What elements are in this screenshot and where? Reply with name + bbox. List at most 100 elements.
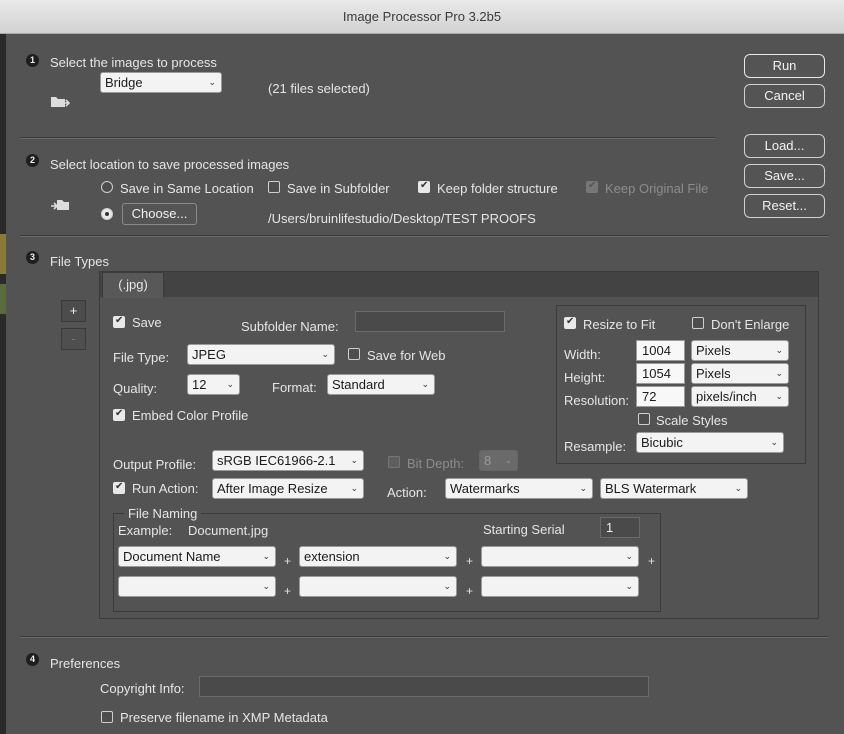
chevron-down-icon: ⌄: [321, 349, 329, 359]
preserve-filename-checkbox[interactable]: [101, 711, 113, 723]
subfolder-name-input[interactable]: [355, 311, 505, 332]
example-value: Document.jpg: [188, 523, 269, 538]
chevron-down-icon: ⌄: [208, 77, 216, 87]
naming-field-1-3[interactable]: ⌄: [481, 546, 639, 567]
cancel-button[interactable]: Cancel: [744, 84, 825, 108]
quality-value: 12: [192, 377, 207, 392]
plus-separator: +: [648, 554, 656, 568]
quality-select[interactable]: 12 ⌄: [187, 374, 240, 395]
source-select-value: Bridge: [105, 75, 143, 90]
action-set-select[interactable]: Watermarks ⌄: [445, 478, 593, 499]
quality-label: Quality:: [113, 381, 158, 396]
window-title: Image Processor Pro 3.2b5: [342, 9, 502, 24]
bit-depth-select[interactable]: 8 ⌄: [479, 450, 518, 471]
save-label: Save: [132, 315, 162, 330]
subfolder-checkbox[interactable]: [268, 181, 280, 193]
chevron-down-icon: ⌄: [775, 345, 783, 355]
source-select[interactable]: Bridge ⌄: [100, 72, 222, 93]
resolution-input[interactable]: 72: [636, 386, 685, 407]
add-file-type-button[interactable]: +: [61, 300, 86, 322]
keep-original-label: Keep Original File: [605, 181, 709, 196]
width-unit-value: Pixels: [696, 343, 731, 358]
starting-serial-label: Starting Serial: [483, 522, 565, 537]
choose-location-radio[interactable]: [101, 208, 113, 220]
bit-depth-label: Bit Depth:: [407, 456, 465, 471]
chevron-down-icon: ⌄: [579, 483, 587, 493]
folder-import-icon: [50, 95, 70, 109]
section-3-title: File Types: [50, 254, 110, 269]
height-unit-select[interactable]: Pixels ⌄: [691, 363, 789, 384]
file-type-value: JPEG: [192, 347, 226, 362]
plus-separator: +: [284, 554, 292, 568]
starting-serial-input[interactable]: 1: [600, 517, 640, 538]
save-for-web-checkbox[interactable]: [348, 348, 360, 360]
naming-value-1-1: Document Name: [123, 549, 221, 564]
subfolder-name-label: Subfolder Name:: [241, 319, 339, 334]
naming-field-1-2[interactable]: extension ⌄: [299, 546, 457, 567]
file-naming-legend: File Naming: [124, 506, 202, 521]
action-label: Action:: [387, 485, 427, 500]
naming-field-2-3[interactable]: ⌄: [481, 576, 639, 597]
format-label: Format:: [272, 380, 317, 395]
width-unit-select[interactable]: Pixels ⌄: [691, 340, 789, 361]
resample-select[interactable]: Bicubic ⌄: [636, 432, 784, 453]
step-1-badge: 1: [26, 54, 39, 67]
run-action-checkbox[interactable]: [113, 481, 125, 494]
section-4-title: Preferences: [50, 656, 121, 671]
resize-to-fit-checkbox[interactable]: [564, 316, 576, 329]
background-window-edge: [0, 34, 6, 734]
scale-styles-checkbox[interactable]: [638, 413, 650, 425]
run-action-value: After Image Resize: [217, 481, 328, 496]
resample-label: Resample:: [564, 439, 627, 454]
section-2-title: Select location to save processed images: [50, 157, 290, 172]
format-select[interactable]: Standard ⌄: [327, 374, 435, 395]
naming-value-1-2: extension: [304, 549, 360, 564]
width-input[interactable]: 1004: [636, 340, 685, 361]
same-location-radio[interactable]: [101, 181, 113, 193]
scale-styles-label: Scale Styles: [656, 413, 728, 428]
divider: [20, 636, 829, 638]
keep-original-checkbox[interactable]: [586, 180, 598, 193]
chevron-down-icon: ⌄: [226, 379, 234, 389]
run-action-select[interactable]: After Image Resize ⌄: [212, 478, 364, 499]
copyright-input[interactable]: [199, 676, 649, 697]
chevron-down-icon: ⌄: [443, 581, 451, 591]
folder-export-icon: [50, 198, 70, 212]
bit-depth-checkbox[interactable]: [388, 456, 400, 468]
run-button[interactable]: Run: [744, 54, 825, 78]
naming-field-2-1[interactable]: ⌄: [118, 576, 276, 597]
keep-structure-checkbox[interactable]: [418, 180, 430, 193]
step-3-badge: 3: [26, 251, 39, 264]
step-2-badge: 2: [26, 154, 39, 167]
embed-profile-label: Embed Color Profile: [132, 408, 249, 423]
chevron-down-icon: ⌄: [262, 551, 270, 561]
chevron-down-icon: ⌄: [421, 379, 429, 389]
output-profile-value: sRGB IEC61966-2.1: [217, 453, 336, 468]
save-checkbox[interactable]: [113, 315, 125, 328]
action-name-select[interactable]: BLS Watermark ⌄: [600, 478, 748, 499]
chevron-down-icon: ⌄: [443, 551, 451, 561]
file-type-select[interactable]: JPEG ⌄: [187, 344, 335, 365]
save-settings-button[interactable]: Save...: [744, 164, 825, 188]
chevron-down-icon: ⌄: [775, 368, 783, 378]
remove-file-type-button[interactable]: -: [61, 328, 86, 350]
resample-value: Bicubic: [641, 435, 683, 450]
embed-profile-checkbox[interactable]: [113, 408, 125, 421]
dont-enlarge-label: Don't Enlarge: [711, 317, 790, 332]
chevron-down-icon: ⌄: [625, 551, 633, 561]
resolution-unit-select[interactable]: pixels/inch ⌄: [691, 386, 789, 407]
output-profile-select[interactable]: sRGB IEC61966-2.1 ⌄: [212, 450, 364, 471]
naming-field-1-1[interactable]: Document Name ⌄: [118, 546, 276, 567]
output-profile-label: Output Profile:: [113, 457, 197, 472]
load-button[interactable]: Load...: [744, 134, 825, 158]
plus-separator: +: [284, 584, 292, 598]
subfolder-label: Save in Subfolder: [287, 181, 390, 196]
height-input[interactable]: 1054: [636, 363, 685, 384]
reset-button[interactable]: Reset...: [744, 194, 825, 218]
chevron-down-icon: ⌄: [504, 455, 512, 465]
naming-field-2-2[interactable]: ⌄: [299, 576, 457, 597]
choose-button[interactable]: Choose...: [122, 203, 197, 225]
dont-enlarge-checkbox[interactable]: [692, 317, 704, 329]
tab-jpg[interactable]: (.jpg): [102, 272, 164, 298]
action-name-value: BLS Watermark: [605, 481, 697, 496]
